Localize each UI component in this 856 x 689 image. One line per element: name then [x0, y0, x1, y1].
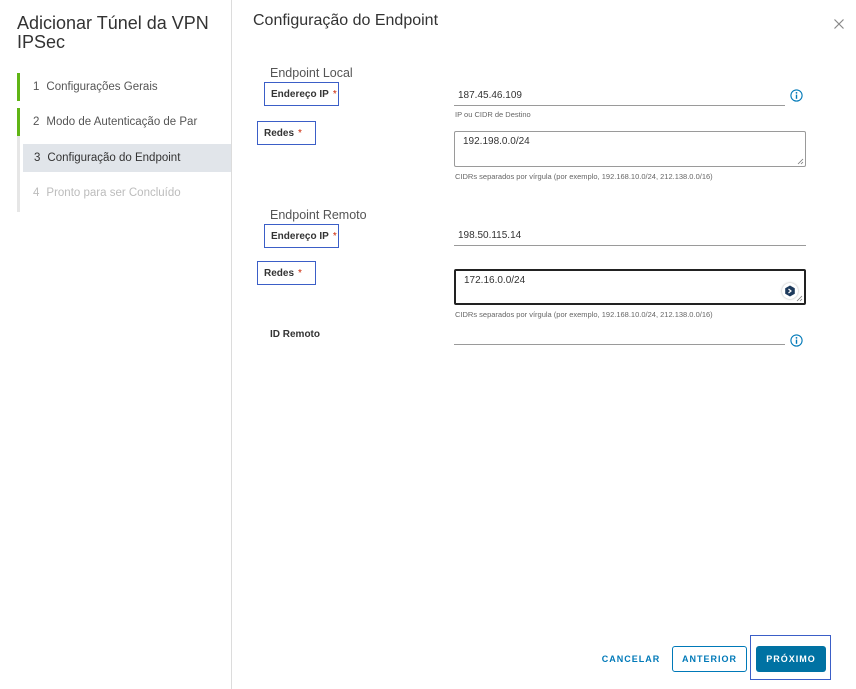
- label-text: Redes: [264, 267, 295, 279]
- textarea-value: 192.198.0.0/24: [463, 136, 530, 147]
- step-label: Modo de Autenticação de Par: [46, 116, 198, 128]
- step-divider: [17, 136, 20, 144]
- password-manager-icon: [785, 285, 795, 297]
- local-networks-textarea[interactable]: 192.198.0.0/24: [454, 131, 806, 167]
- label-text: Redes: [264, 127, 295, 139]
- step-divider: [17, 144, 20, 172]
- previous-button[interactable]: ANTERIOR: [672, 646, 747, 672]
- textarea-value: 172.16.0.0/24: [464, 275, 526, 286]
- info-icon: [790, 334, 803, 347]
- remote-id-label: ID Remoto: [270, 329, 320, 340]
- local-ip-input[interactable]: [454, 86, 785, 106]
- step-number: 1: [33, 81, 40, 93]
- remote-networks-helper: CIDRs separados por vírgula (por exemplo…: [455, 310, 713, 319]
- required-mark: *: [332, 230, 337, 242]
- remote-id-info[interactable]: [790, 334, 803, 347]
- required-mark: *: [298, 267, 302, 279]
- required-mark: *: [332, 88, 337, 100]
- next-button[interactable]: PRÓXIMO: [756, 646, 826, 672]
- step-peer-authentication[interactable]: 2 Modo de Autenticação de Par: [17, 108, 231, 136]
- step-number: 4: [33, 187, 40, 199]
- wizard-content: Configuração do Endpoint Endpoint Local …: [233, 0, 856, 689]
- resize-handle-icon[interactable]: [797, 158, 804, 165]
- local-networks-label: Redes *: [257, 121, 316, 145]
- step-label: Configuração do Endpoint: [47, 152, 181, 164]
- step-general-settings[interactable]: 1 Configurações Gerais: [17, 73, 231, 101]
- local-networks-helper: CIDRs separados por vírgula (por exemplo…: [455, 172, 713, 181]
- info-icon: [790, 89, 803, 102]
- remote-ip-label: Endereço IP *: [264, 224, 339, 248]
- step-label: Pronto para ser Concluído: [46, 187, 181, 199]
- local-endpoint-title: Endpoint Local: [270, 66, 353, 80]
- step-ready-to-complete: 4 Pronto para ser Concluído: [17, 179, 231, 207]
- step-divider: [17, 172, 20, 212]
- extension-helper-button[interactable]: [782, 283, 798, 299]
- remote-endpoint-title: Endpoint Remoto: [270, 208, 367, 222]
- required-mark: *: [298, 127, 302, 139]
- step-endpoint-configuration[interactable]: 3 Configuração do Endpoint: [23, 144, 231, 172]
- step-label: Configurações Gerais: [46, 81, 158, 93]
- wizard-title: Adicionar Túnel da VPN IPSec: [17, 13, 209, 52]
- step-number: 3: [34, 152, 41, 164]
- remote-networks-textarea[interactable]: 172.16.0.0/24: [454, 269, 806, 305]
- remote-id-input[interactable]: [454, 325, 785, 345]
- cancel-button[interactable]: CANCELAR: [599, 647, 663, 671]
- close-button[interactable]: [831, 16, 847, 32]
- label-text: Endereço IP: [271, 88, 329, 100]
- step-number: 2: [33, 116, 40, 128]
- remote-ip-input[interactable]: [454, 226, 806, 246]
- local-ip-info[interactable]: [790, 89, 803, 102]
- local-ip-label: Endereço IP *: [264, 82, 339, 106]
- remote-networks-label: Redes *: [257, 261, 316, 285]
- page-title: Configuração do Endpoint: [253, 12, 439, 29]
- local-ip-helper: IP ou CIDR de Destino: [455, 110, 531, 119]
- label-text: Endereço IP: [271, 230, 329, 242]
- wizard-sidebar: Adicionar Túnel da VPN IPSec 1 Configura…: [0, 0, 232, 689]
- close-icon: [834, 19, 844, 29]
